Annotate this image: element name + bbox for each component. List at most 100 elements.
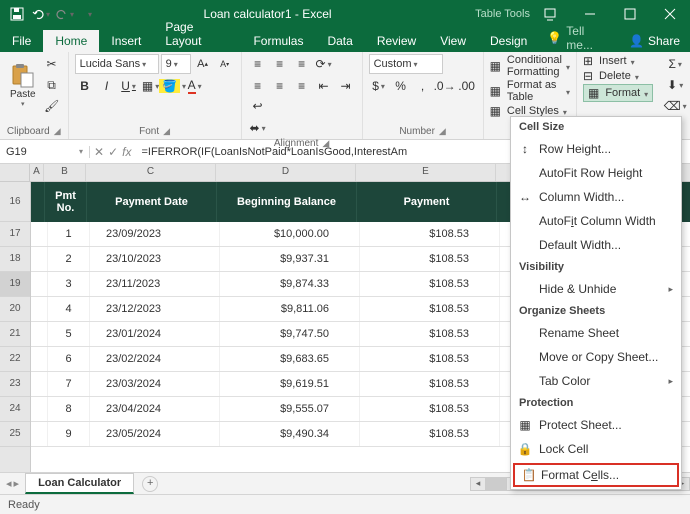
menu-col-width[interactable]: ↔Column Width... bbox=[511, 185, 681, 209]
name-box[interactable]: G19 bbox=[0, 146, 90, 158]
paste-button[interactable]: Paste ▾ bbox=[6, 61, 40, 110]
shrink-font-icon[interactable]: A▾ bbox=[215, 54, 235, 74]
align-middle-icon[interactable]: ≡ bbox=[270, 54, 290, 74]
cell[interactable]: $108.53 bbox=[360, 247, 500, 271]
italic-button[interactable]: I bbox=[97, 76, 117, 96]
qat-customize-icon[interactable] bbox=[78, 3, 100, 25]
cell[interactable]: $108.53 bbox=[360, 272, 500, 296]
wrap-text-icon[interactable]: ↩ bbox=[248, 96, 268, 116]
row-header[interactable]: 25 bbox=[0, 422, 30, 447]
format-painter-icon[interactable]: 🖌 bbox=[42, 96, 62, 116]
cell[interactable]: $9,683.65 bbox=[220, 347, 360, 371]
delete-cells-button[interactable]: ⊟Delete bbox=[583, 69, 653, 83]
cancel-formula-icon[interactable]: ✕ bbox=[94, 145, 104, 159]
close-button[interactable] bbox=[650, 0, 690, 28]
cell[interactable]: 2 bbox=[48, 247, 90, 271]
row-header[interactable]: 18 bbox=[0, 247, 30, 272]
font-name-combo[interactable]: Lucida Sans bbox=[75, 54, 159, 74]
cell[interactable]: 23/01/2024 bbox=[90, 322, 220, 346]
cell[interactable]: $9,811.06 bbox=[220, 297, 360, 321]
cell[interactable]: 23/12/2023 bbox=[90, 297, 220, 321]
col-header[interactable]: D bbox=[216, 164, 356, 181]
menu-protect-sheet[interactable]: ▦Protect Sheet... bbox=[511, 413, 681, 437]
tell-me[interactable]: 💡Tell me... bbox=[539, 24, 619, 52]
cell[interactable]: $9,490.34 bbox=[220, 422, 360, 446]
menu-row-height[interactable]: ↕Row Height... bbox=[511, 137, 681, 161]
menu-lock-cell[interactable]: 🔒Lock Cell bbox=[511, 437, 681, 461]
sheet-nav-last-icon[interactable]: ▸ bbox=[14, 477, 20, 490]
share-button[interactable]: 👤Share bbox=[619, 30, 690, 52]
menu-format-cells[interactable]: 📋Format Cells... bbox=[513, 463, 679, 487]
col-header[interactable]: B bbox=[44, 164, 86, 181]
col-header[interactable]: A bbox=[30, 164, 44, 181]
menu-default-width[interactable]: Default Width... bbox=[511, 233, 681, 257]
copy-icon[interactable]: ⧉ bbox=[42, 75, 62, 95]
align-top-icon[interactable]: ≡ bbox=[248, 54, 268, 74]
cell[interactable]: 4 bbox=[48, 297, 90, 321]
accounting-icon[interactable]: $ bbox=[369, 76, 389, 96]
cell[interactable]: $9,937.31 bbox=[220, 247, 360, 271]
menu-autofit-row[interactable]: AutoFit Row Height bbox=[511, 161, 681, 185]
menu-tab-color[interactable]: Tab Color▸ bbox=[511, 369, 681, 393]
align-right-icon[interactable]: ≡ bbox=[292, 76, 312, 96]
cell[interactable]: $10,000.00 bbox=[220, 222, 360, 246]
undo-icon[interactable] bbox=[30, 3, 52, 25]
sheet-tab[interactable]: Loan Calculator bbox=[25, 473, 134, 494]
select-all-corner[interactable] bbox=[0, 164, 30, 182]
menu-hide-unhide[interactable]: Hide & Unhide▸ bbox=[511, 277, 681, 301]
cell[interactable]: $9,874.33 bbox=[220, 272, 360, 296]
align-center-icon[interactable]: ≡ bbox=[270, 76, 290, 96]
save-icon[interactable] bbox=[6, 3, 28, 25]
row-header[interactable]: 20 bbox=[0, 297, 30, 322]
cell[interactable]: $108.53 bbox=[360, 222, 500, 246]
orientation-icon[interactable]: ⟳ bbox=[314, 54, 334, 74]
row-header[interactable]: 21 bbox=[0, 322, 30, 347]
row-header[interactable]: 24 bbox=[0, 397, 30, 422]
percent-icon[interactable]: % bbox=[391, 76, 411, 96]
col-header[interactable]: C bbox=[86, 164, 216, 181]
row-header[interactable]: 22 bbox=[0, 347, 30, 372]
col-header[interactable]: E bbox=[356, 164, 496, 181]
tab-insert[interactable]: Insert bbox=[99, 30, 153, 52]
cell[interactable]: $108.53 bbox=[360, 372, 500, 396]
sheet-nav-first-icon[interactable]: ◂ bbox=[6, 477, 12, 490]
row-header[interactable]: 19 bbox=[0, 272, 30, 297]
cell[interactable]: 3 bbox=[48, 272, 90, 296]
font-launcher-icon[interactable]: ◢ bbox=[163, 126, 170, 137]
cell[interactable]: $108.53 bbox=[360, 422, 500, 446]
border-button[interactable]: ▦ bbox=[141, 76, 161, 96]
inc-decimal-icon[interactable]: .0→ bbox=[435, 76, 455, 96]
number-launcher-icon[interactable]: ◢ bbox=[439, 126, 446, 137]
enter-formula-icon[interactable]: ✓ bbox=[108, 145, 118, 159]
cell[interactable]: $9,555.07 bbox=[220, 397, 360, 421]
cell[interactable]: $108.53 bbox=[360, 297, 500, 321]
redo-icon[interactable] bbox=[54, 3, 76, 25]
cell[interactable]: 6 bbox=[48, 347, 90, 371]
cell[interactable]: 7 bbox=[48, 372, 90, 396]
tab-file[interactable]: File bbox=[0, 30, 43, 52]
comma-icon[interactable]: , bbox=[413, 76, 433, 96]
tab-data[interactable]: Data bbox=[315, 30, 364, 52]
cell[interactable]: 8 bbox=[48, 397, 90, 421]
row-header[interactable]: 16 bbox=[0, 182, 30, 222]
cell[interactable]: $108.53 bbox=[360, 347, 500, 371]
cell[interactable]: 23/03/2024 bbox=[90, 372, 220, 396]
tab-formulas[interactable]: Formulas bbox=[241, 30, 315, 52]
align-left-icon[interactable]: ≡ bbox=[248, 76, 268, 96]
menu-move-copy[interactable]: Move or Copy Sheet... bbox=[511, 345, 681, 369]
dec-decimal-icon[interactable]: .00 bbox=[457, 76, 477, 96]
indent-dec-icon[interactable]: ⇤ bbox=[314, 76, 334, 96]
tab-home[interactable]: Home bbox=[43, 30, 99, 52]
merge-center-icon[interactable]: ⬌ bbox=[248, 118, 268, 138]
menu-rename-sheet[interactable]: Rename Sheet bbox=[511, 321, 681, 345]
cell[interactable]: 1 bbox=[48, 222, 90, 246]
format-cells-button[interactable]: ▦Format bbox=[583, 84, 653, 102]
cell[interactable]: 23/11/2023 bbox=[90, 272, 220, 296]
row-header[interactable]: 23 bbox=[0, 372, 30, 397]
underline-button[interactable]: U bbox=[119, 76, 139, 96]
tab-review[interactable]: Review bbox=[365, 30, 428, 52]
fx-icon[interactable]: fx bbox=[122, 145, 131, 159]
cell[interactable]: $108.53 bbox=[360, 397, 500, 421]
tab-pagelayout[interactable]: Page Layout bbox=[153, 16, 241, 52]
cell[interactable]: 23/10/2023 bbox=[90, 247, 220, 271]
